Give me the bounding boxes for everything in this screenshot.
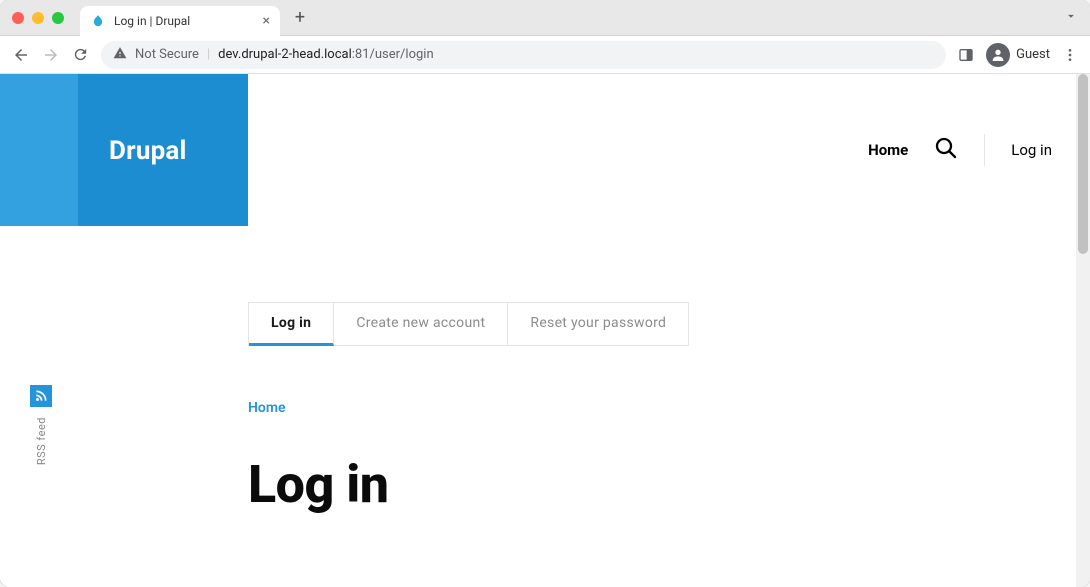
breadcrumb: Home	[248, 400, 286, 416]
url-text: dev.drupal-2-head.local:81/user/login	[218, 47, 434, 62]
tab-title: Log in | Drupal	[114, 14, 190, 28]
kebab-menu-icon[interactable]	[1062, 47, 1078, 63]
nav-home[interactable]: Home	[868, 141, 908, 159]
breadcrumb-home[interactable]: Home	[248, 400, 286, 416]
avatar-icon	[986, 43, 1010, 67]
rss-label: RSS feed	[35, 417, 48, 465]
rss-icon	[30, 385, 52, 407]
local-tasks-tabs: Log in Create new account Reset your pas…	[248, 302, 689, 346]
page-title: Log in	[248, 454, 389, 515]
back-button[interactable]	[12, 46, 30, 64]
forward-button[interactable]	[42, 46, 60, 64]
tab-reset-password[interactable]: Reset your password	[508, 303, 688, 345]
new-tab-button[interactable]: +	[290, 7, 310, 28]
drupal-favicon	[90, 13, 106, 29]
tab-create-account[interactable]: Create new account	[334, 303, 508, 345]
rss-widget[interactable]: RSS feed	[30, 385, 52, 465]
nav-login[interactable]: Log in	[1011, 141, 1052, 159]
page-viewport: Drupal Home Log in RSS feed Log in Creat…	[0, 74, 1090, 587]
nav-divider	[984, 134, 985, 166]
profile-button[interactable]: Guest	[986, 43, 1050, 67]
site-header: Drupal Home Log in	[0, 74, 1090, 226]
site-name[interactable]: Drupal	[109, 136, 187, 166]
chevron-down-icon[interactable]	[1064, 8, 1078, 27]
address-bar[interactable]: Not Secure | dev.drupal-2-head.local:81/…	[101, 41, 946, 69]
close-window-button[interactable]	[12, 12, 24, 24]
primary-nav: Home Log in	[868, 74, 1052, 226]
tab-login[interactable]: Log in	[249, 303, 334, 346]
header-accent-left	[0, 74, 78, 226]
browser-window: Log in | Drupal × + Not Secure | dev.dru…	[0, 0, 1090, 587]
close-tab-icon[interactable]: ×	[263, 13, 270, 29]
panel-icon[interactable]	[958, 47, 974, 63]
titlebar: Log in | Drupal × +	[0, 0, 1090, 36]
security-label: Not Secure	[135, 47, 199, 62]
toolbar-right: Guest	[958, 43, 1078, 67]
search-icon[interactable]	[934, 136, 958, 164]
insecure-icon	[113, 46, 127, 64]
maximize-window-button[interactable]	[52, 12, 64, 24]
browser-toolbar: Not Secure | dev.drupal-2-head.local:81/…	[0, 36, 1090, 74]
window-controls	[12, 12, 64, 24]
browser-tab[interactable]: Log in | Drupal ×	[80, 6, 280, 36]
profile-label: Guest	[1016, 47, 1050, 62]
minimize-window-button[interactable]	[32, 12, 44, 24]
reload-button[interactable]	[72, 46, 89, 63]
